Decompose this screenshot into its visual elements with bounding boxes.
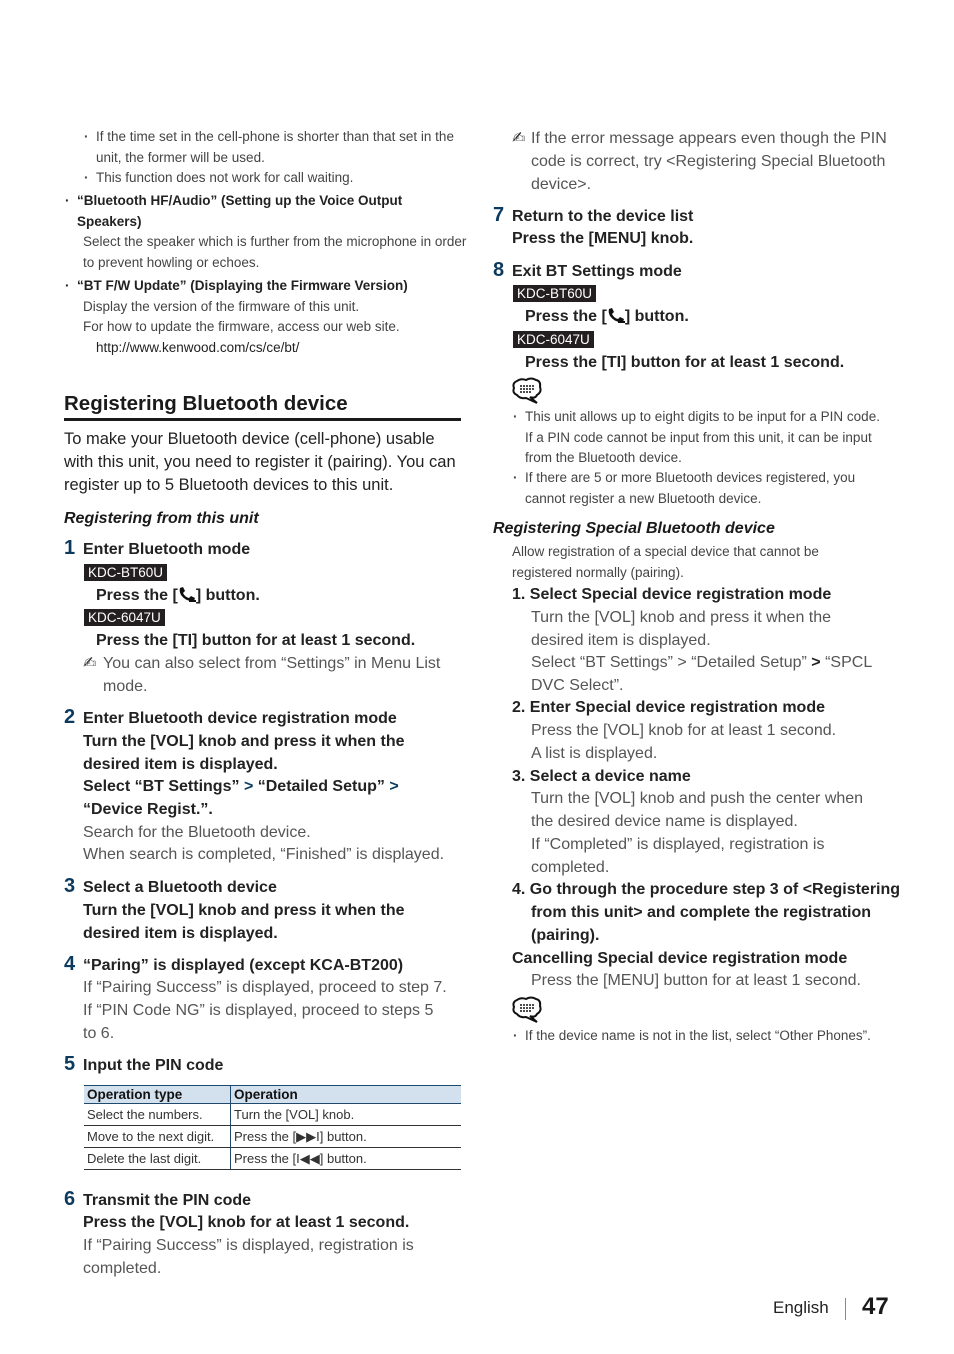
step-number: 5 (64, 1053, 76, 1075)
step-number: 8 (493, 259, 505, 281)
step-action: Press the [] button. (96, 587, 260, 604)
bullet-text: If the time set in the cell-phone is sho… (84, 127, 464, 168)
memo-note: ✍ You can also select from “Settings” in… (83, 652, 463, 698)
chevron-right-icon: > (811, 654, 821, 671)
menu-path: Select “BT Settings” > “Detailed Setup” … (531, 654, 872, 694)
step-title: Select a Bluetooth device (83, 879, 277, 896)
step-number: 3 (64, 875, 76, 897)
model-badge: KDC-BT60U (84, 564, 168, 581)
table-header: Operation (230, 1085, 461, 1104)
table-cell: Turn the [VOL] knob. (230, 1103, 461, 1126)
item-desc: Select the speaker which is further from… (83, 234, 467, 270)
note-speech-bubble-icon (512, 377, 542, 404)
step-action: Press the [] button. (525, 308, 689, 325)
memo-pencil-icon: ✍ (83, 655, 97, 672)
item-desc: Display the version of the firmware of t… (83, 299, 360, 314)
section-title: Registering Bluetooth device (64, 392, 348, 415)
menu-path: Select “BT Settings” > “Detailed Setup” … (83, 778, 399, 818)
step-instruction: Turn the [VOL] knob and press it when th… (83, 902, 405, 942)
step-title: Enter Bluetooth mode (83, 541, 251, 558)
table-header: Operation type (84, 1085, 231, 1104)
firmware-url-link[interactable]: http://www.kenwood.com/cs/ce/bt/ (96, 338, 299, 359)
step-title: Exit BT Settings mode (512, 263, 682, 280)
item-title: “Bluetooth HF/Audio” (Setting up the Voi… (65, 191, 462, 232)
special-step-desc: Turn the [VOL] knob and press it when th… (531, 609, 832, 649)
step-number: 6 (64, 1188, 76, 1210)
subsection-title: Registering Special Bluetooth device (493, 520, 775, 537)
table-cell: Delete the last digit. (84, 1147, 231, 1170)
step-title: Input the PIN code (83, 1057, 224, 1074)
table-row: Delete the last digit. Press the [I◀◀] b… (84, 1147, 461, 1170)
memo-pencil-icon: ✍ (512, 130, 526, 147)
item-desc: For how to update the firmware, access o… (83, 319, 400, 334)
step-desc: If “PIN Code NG” is displayed, proceed t… (83, 1002, 434, 1042)
step-title: Return to the device list (512, 208, 694, 225)
step-action: Press the [TI] button for at least 1 sec… (525, 354, 845, 371)
bullet-text: This function does not work for call wai… (84, 168, 464, 189)
step-instruction: Press the [VOL] knob for at least 1 seco… (83, 1214, 410, 1231)
note-bullet: If the device name is not in the list, s… (513, 1026, 895, 1047)
chevron-right-icon: > (243, 778, 254, 795)
step-title: “Paring” is displayed (except KCA-BT200) (83, 957, 404, 974)
special-step-desc: Turn the [VOL] knob and push the center … (531, 790, 864, 830)
note-bullet: This unit allows up to eight digits to b… (513, 407, 890, 469)
step-desc: Search for the Bluetooth device. (83, 824, 311, 841)
note-speech-bubble-icon (512, 996, 542, 1023)
section-intro: To make your Bluetooth device (cell-phon… (64, 430, 456, 494)
step-instruction: Press the [MENU] knob. (512, 230, 694, 247)
table-cell: Select the numbers. (84, 1103, 231, 1126)
special-intro: Allow registration of a special device t… (512, 544, 819, 580)
cancel-title: Cancelling Special device registration m… (512, 950, 848, 967)
table-cell: Press the [▶▶I] button. (230, 1125, 461, 1148)
table-header-row: Operation type Operation (84, 1085, 461, 1104)
item-title: “BT F/W Update” (Displaying the Firmware… (65, 276, 462, 297)
special-step-title: 3. Select a device name (512, 768, 691, 785)
note-bullet: If there are 5 or more Bluetooth devices… (513, 468, 890, 509)
special-step-title: 2. Enter Special device registration mod… (512, 699, 825, 716)
special-step-desc: Press the [VOL] knob for at least 1 seco… (531, 722, 837, 739)
section-rule (64, 418, 461, 421)
step-instruction: Turn the [VOL] knob and press it when th… (83, 733, 405, 773)
step-desc: If “Pairing Success” is displayed, regis… (83, 1237, 414, 1277)
page-number: 47 (862, 1293, 889, 1320)
step-number: 1 (64, 537, 76, 559)
footer-language: English (773, 1298, 829, 1317)
special-step-desc: If “Completed” is displayed, registratio… (531, 836, 825, 876)
subsection-title: Registering from this unit (64, 510, 259, 527)
step-number: 7 (493, 204, 505, 226)
memo-note: ✍ If the error message appears even thou… (512, 127, 892, 196)
table-cell: Move to the next digit. (84, 1125, 231, 1148)
step-action: Press the [TI] button for at least 1 sec… (96, 632, 416, 649)
step-number: 2 (64, 706, 76, 728)
cancel-desc: Press the [MENU] button for at least 1 s… (531, 972, 861, 989)
table-cell: Press the [I◀◀] button. (230, 1147, 461, 1170)
step-number: 4 (64, 953, 76, 975)
model-badge: KDC-6047U (513, 331, 594, 348)
model-badge: KDC-BT60U (513, 285, 597, 302)
step-title: Transmit the PIN code (83, 1192, 252, 1209)
step-title: Enter Bluetooth device registration mode (83, 710, 397, 727)
special-step-title: 4. Go through the procedure step 3 of <R… (512, 881, 901, 944)
footer-divider (845, 1298, 846, 1320)
special-step-title: 1. Select Special device registration mo… (512, 586, 832, 603)
step-desc: If “Pairing Success” is displayed, proce… (83, 979, 447, 996)
table-row: Select the numbers. Turn the [VOL] knob. (84, 1103, 461, 1126)
pin-operations-table: Operation type Operation Select the numb… (84, 1085, 461, 1170)
chevron-right-icon: > (389, 778, 399, 795)
phone-icon (179, 587, 196, 602)
model-badge: KDC-6047U (84, 609, 165, 626)
table-row: Move to the next digit. Press the [▶▶I] … (84, 1125, 461, 1148)
phone-icon (608, 308, 625, 323)
step-desc: When search is completed, “Finished” is … (83, 846, 445, 863)
special-step-desc: A list is displayed. (531, 745, 658, 762)
